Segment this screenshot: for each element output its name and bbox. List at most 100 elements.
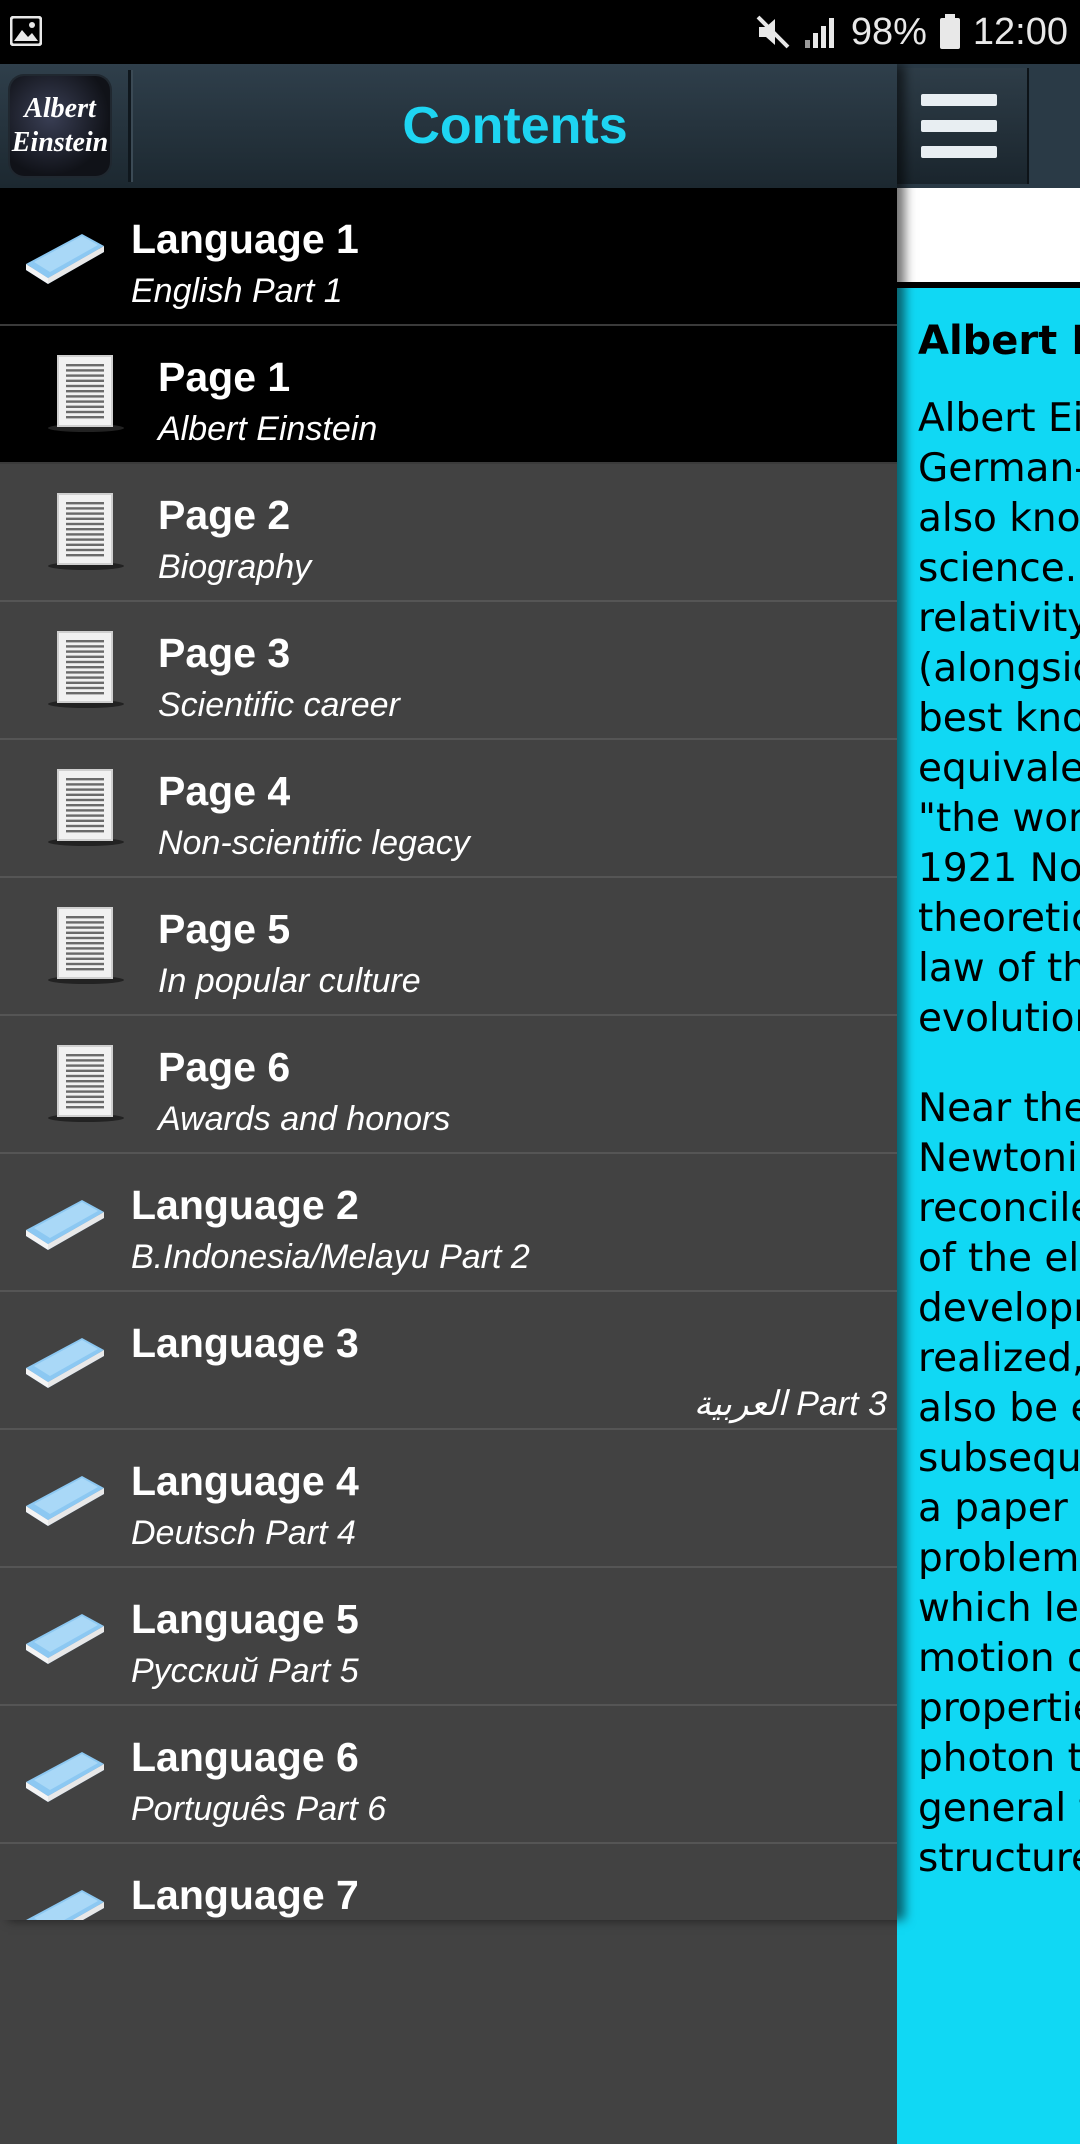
logo-line-1: Albert [24, 93, 96, 124]
article-line: Near the [918, 1086, 1080, 1131]
article-line: Albert Ein [918, 396, 1080, 441]
article-line: German- [918, 446, 1080, 491]
list-item-subtitle: Русский Part 5 [131, 1652, 359, 1690]
list-item-language[interactable]: Language 6 Português Part 6 [0, 1706, 897, 1844]
document-icon [46, 352, 126, 439]
article-line: structure [918, 1836, 1080, 1881]
list-item-title: Page 1 [158, 354, 291, 400]
list-item-subtitle: Português Part 6 [131, 1790, 387, 1828]
toolbar-separator [128, 70, 131, 182]
list-item-title: Language 6 [131, 1734, 359, 1780]
article-line: evolution [918, 996, 1080, 1041]
article-line: also know [918, 496, 1080, 541]
article-line: of the ele [918, 1236, 1080, 1281]
article-line: reconcile [918, 1186, 1080, 1231]
article-line: "the worl [918, 796, 1080, 841]
clock: 12:00 [972, 10, 1068, 53]
book-icon [20, 1736, 108, 1817]
article-line: theoretic [918, 896, 1080, 941]
article-line: law of th [918, 946, 1080, 991]
document-icon [46, 490, 126, 577]
list-item-title: Page 5 [158, 906, 291, 952]
article-paragraph-1: Albert Ein German-also know science.[ relat… [918, 394, 1080, 1044]
article-line: problems [918, 1536, 1080, 1581]
app-logo[interactable]: Albert Einstein [10, 76, 110, 176]
list-item-title: Language 1 [131, 216, 359, 262]
book-icon [20, 1322, 108, 1403]
list-item-language[interactable]: Language 5 Русский Part 5 [0, 1568, 897, 1706]
document-icon [46, 766, 126, 853]
drawer-title: Contents [402, 97, 628, 155]
article-line: general t [918, 1786, 1080, 1831]
article-line: realized, [918, 1336, 1080, 1381]
article-title: Albert Ei [918, 318, 1080, 364]
list-item-title: Language 4 [131, 1458, 359, 1504]
image-icon [10, 16, 42, 46]
book-icon [20, 1598, 108, 1679]
list-item-title: Page 2 [158, 492, 291, 538]
list-item-page[interactable]: Page 6 Awards and honors [0, 1016, 897, 1154]
article-line: propertie [918, 1686, 1080, 1731]
article-paragraph-2: Near the Newtonia reconcile of the ele devel… [918, 1084, 1080, 1884]
list-item-language[interactable]: Language 3 العربية Part 3 [0, 1292, 897, 1430]
status-bar: 98% 12:00 [0, 0, 1080, 64]
hamburger-menu-button[interactable] [897, 68, 1029, 184]
drawer-toolbar: Albert Einstein Contents [0, 64, 897, 190]
book-icon [20, 1874, 108, 1920]
list-item-title: Page 3 [158, 630, 291, 676]
article-line: which lec [918, 1586, 1080, 1631]
article-line: subsequ [918, 1436, 1080, 1481]
list-item-subtitle: Albert Einstein [158, 410, 378, 448]
article-line: Newtonia [918, 1136, 1080, 1181]
book-icon [20, 218, 108, 299]
mute-icon [756, 15, 790, 49]
list-item-subtitle: Non-scientific legacy [158, 824, 470, 862]
logo-line-2: Einstein [11, 127, 109, 158]
list-item-page[interactable]: Page 4 Non-scientific legacy [0, 740, 897, 878]
article-line: relativity, [918, 596, 1080, 641]
list-item-subtitle: Awards and honors [158, 1100, 451, 1138]
list-item-subtitle: Scientific career [158, 686, 400, 724]
list-item-subtitle: Biography [158, 548, 312, 586]
list-item-title: Page 6 [158, 1044, 291, 1090]
battery-percent: 98% [850, 10, 927, 53]
contents-list: Language 1 English Part 1 Page 1 Albert Ein… [0, 188, 897, 1920]
list-item-subtitle: Deutsch Part 4 [131, 1514, 356, 1552]
list-item-language[interactable]: Language 2 B.Indonesia/Melayu Part 2 [0, 1154, 897, 1292]
article-line: science.[ [918, 546, 1080, 591]
list-item-subtitle: B.Indonesia/Melayu Part 2 [131, 1238, 530, 1276]
list-item-language[interactable]: Language 1 English Part 1 [0, 188, 897, 326]
article-line: motion o [918, 1636, 1080, 1681]
list-item-subtitle: English Part 1 [131, 272, 343, 310]
article-line: 1921 No [918, 846, 1080, 891]
article-line: (alongsid [918, 646, 1080, 691]
article-line: best kno [918, 696, 1080, 741]
list-item-title: Language 5 [131, 1596, 359, 1642]
article-line: a paper o [918, 1486, 1080, 1531]
document-icon [46, 904, 126, 991]
article-content: Albert Ei Albert Ein German-also know scie… [918, 318, 1080, 1884]
list-item-language[interactable]: Language 7 [0, 1844, 897, 1920]
article-line: photon th [918, 1736, 1080, 1781]
book-icon [20, 1460, 108, 1541]
article-line: developn [918, 1286, 1080, 1331]
list-item-title: Page 4 [158, 768, 291, 814]
list-item-language[interactable]: Language 4 Deutsch Part 4 [0, 1430, 897, 1568]
hamburger-icon [921, 94, 997, 160]
list-item-page[interactable]: Page 3 Scientific career [0, 602, 897, 740]
list-item-title: Language 2 [131, 1182, 359, 1228]
battery-icon [939, 14, 960, 49]
document-icon [46, 1042, 126, 1129]
book-icon [20, 1184, 108, 1265]
list-item-subtitle: العربية Part 3 [693, 1385, 887, 1423]
article-line: also be e [918, 1386, 1080, 1431]
navigation-drawer: Albert Einstein Contents Language 1 Engli… [0, 64, 897, 1920]
list-item-page[interactable]: Page 5 In popular culture [0, 878, 897, 1016]
list-item-title: Language 7 [131, 1872, 359, 1918]
signal-icon [804, 18, 834, 48]
list-item-page[interactable]: Page 2 Biography [0, 464, 897, 602]
content-header-strip [897, 188, 1080, 284]
list-item-subtitle: In popular culture [158, 962, 421, 1000]
list-item-title: Language 3 [131, 1320, 359, 1366]
list-item-page[interactable]: Page 1 Albert Einstein [0, 326, 897, 464]
